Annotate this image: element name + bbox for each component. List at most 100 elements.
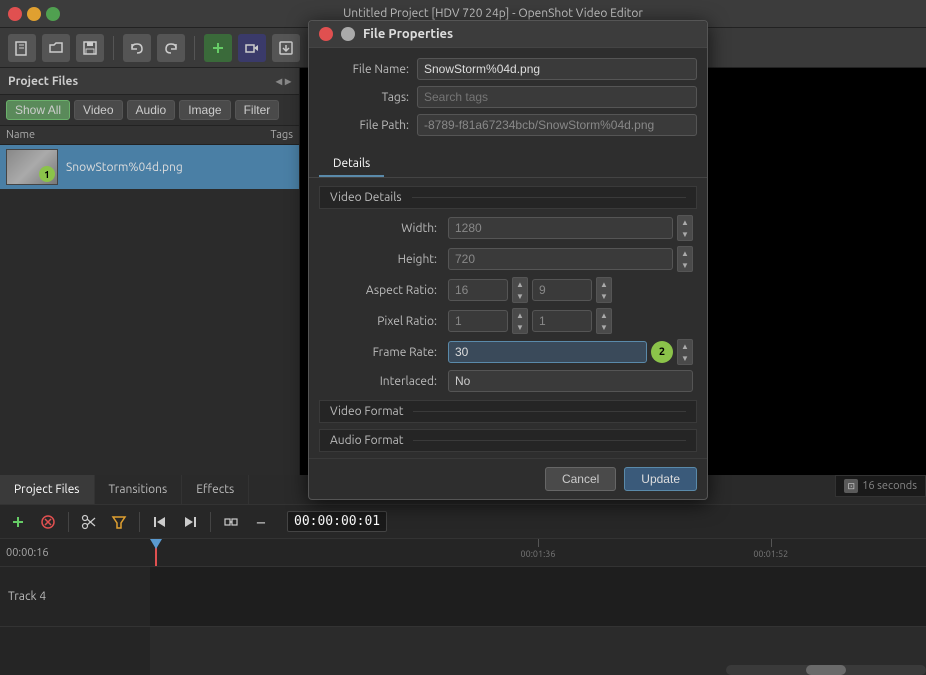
track-4-label: Track 4 bbox=[0, 567, 150, 627]
video-format-label: Video Format bbox=[330, 405, 403, 418]
scissors-icon[interactable] bbox=[77, 510, 101, 534]
image-filter-button[interactable]: Image bbox=[179, 100, 230, 120]
interlaced-select[interactable]: No bbox=[448, 370, 693, 392]
collapse-icon[interactable]: ◂ bbox=[276, 74, 282, 88]
dialog-info-button[interactable] bbox=[341, 27, 355, 41]
frame-rate-spinner[interactable]: ▲ ▼ bbox=[677, 339, 693, 365]
scrollbar-thumb[interactable] bbox=[806, 665, 846, 675]
left-panel: Project Files ◂ ▸ Show All Video Audio I… bbox=[0, 68, 300, 543]
show-all-button[interactable]: Show All bbox=[6, 100, 70, 120]
filename-input[interactable] bbox=[417, 58, 697, 80]
width-down[interactable]: ▼ bbox=[678, 228, 692, 240]
save-button[interactable] bbox=[76, 34, 104, 62]
close-button[interactable] bbox=[8, 7, 22, 21]
height-down[interactable]: ▼ bbox=[678, 259, 692, 271]
filter-bar: Show All Video Audio Image Filter bbox=[0, 95, 299, 126]
new-button[interactable] bbox=[8, 34, 36, 62]
sidebar-header: 00:00:16 bbox=[0, 539, 150, 567]
dialog-body: File Name: Tags: File Path: bbox=[309, 48, 707, 152]
tab-details[interactable]: Details bbox=[319, 152, 384, 177]
interlaced-label: Interlaced: bbox=[323, 370, 443, 392]
toolbar-separator-2 bbox=[194, 36, 195, 60]
height-up[interactable]: ▲ bbox=[678, 247, 692, 259]
pixel-h-down[interactable]: ▼ bbox=[597, 321, 611, 333]
frame-rate-up[interactable]: ▲ bbox=[678, 340, 692, 352]
export-button[interactable] bbox=[272, 34, 300, 62]
tab-transitions[interactable]: Transitions bbox=[95, 475, 183, 504]
add-track-icon[interactable] bbox=[6, 510, 30, 534]
record-button[interactable] bbox=[238, 34, 266, 62]
ruler: 00:01:36 00:01:52 bbox=[150, 539, 926, 567]
file-list-header: Name Tags bbox=[0, 126, 299, 145]
dialog-close-button[interactable] bbox=[319, 27, 333, 41]
pixel-w-down[interactable]: ▼ bbox=[513, 321, 527, 333]
filter-button[interactable]: Filter bbox=[235, 100, 280, 120]
expand-icon[interactable]: ▸ bbox=[285, 74, 291, 88]
combine-icon[interactable] bbox=[219, 510, 243, 534]
dialog-footer: Cancel Update bbox=[309, 458, 707, 499]
app-root: Untitled Project [HDV 720 24p] - OpenSho… bbox=[0, 0, 926, 675]
video-filter-button[interactable]: Video bbox=[74, 100, 122, 120]
aspect-h-spinner[interactable]: ▲ ▼ bbox=[596, 277, 612, 303]
tab-effects[interactable]: Effects bbox=[182, 475, 249, 504]
pixel-ratio-label: Pixel Ratio: bbox=[323, 308, 443, 334]
aspect-w-input[interactable] bbox=[448, 279, 508, 301]
seconds-label: 16 seconds bbox=[862, 480, 917, 492]
ruler-tick-1 bbox=[538, 539, 539, 547]
remove-track-icon[interactable] bbox=[36, 510, 60, 534]
aspect-h-input[interactable] bbox=[532, 279, 592, 301]
project-files-header: Project Files ◂ ▸ bbox=[0, 68, 299, 95]
aspect-h-up[interactable]: ▲ bbox=[597, 278, 611, 290]
open-button[interactable] bbox=[42, 34, 70, 62]
audio-format-header: Audio Format bbox=[319, 429, 697, 452]
file-properties-dialog: File Properties File Name: Tags: File Pa… bbox=[308, 20, 708, 500]
frame-rate-down[interactable]: ▼ bbox=[678, 352, 692, 364]
ruler-label-1: 00:01:36 bbox=[521, 549, 556, 559]
filepath-input[interactable] bbox=[417, 114, 697, 136]
undo-button[interactable] bbox=[123, 34, 151, 62]
redo-button[interactable] bbox=[157, 34, 185, 62]
aspect-w-down[interactable]: ▼ bbox=[513, 290, 527, 302]
jump-end-icon[interactable] bbox=[178, 510, 202, 534]
pixel-w-input[interactable] bbox=[448, 310, 508, 332]
timeline-body: 00:00:16 Track 4 00: bbox=[0, 539, 926, 675]
pixel-w-up[interactable]: ▲ bbox=[513, 309, 527, 321]
maximize-button[interactable] bbox=[46, 7, 60, 21]
add-button[interactable] bbox=[204, 34, 232, 62]
jump-start-icon[interactable] bbox=[148, 510, 172, 534]
height-input[interactable] bbox=[448, 248, 673, 270]
tab-project-files[interactable]: Project Files bbox=[0, 475, 95, 504]
tags-input[interactable] bbox=[417, 86, 697, 108]
aspect-ratio-label: Aspect Ratio: bbox=[323, 277, 443, 303]
width-spinner[interactable]: ▲ ▼ bbox=[677, 215, 693, 241]
name-column-header: Name bbox=[6, 129, 233, 141]
aspect-w-up[interactable]: ▲ bbox=[513, 278, 527, 290]
minus-icon[interactable]: − bbox=[249, 510, 273, 534]
toolbar-separator-1 bbox=[113, 36, 114, 60]
width-value-wrap: ▲ ▼ bbox=[448, 215, 693, 241]
track-4-name: Track 4 bbox=[8, 590, 46, 603]
timecode-display: 00:00:00:01 bbox=[287, 514, 387, 529]
playhead[interactable] bbox=[155, 539, 157, 567]
pixel-w-spinner[interactable]: ▲ ▼ bbox=[512, 308, 528, 334]
pixel-h-up[interactable]: ▲ bbox=[597, 309, 611, 321]
dialog-titlebar: File Properties bbox=[309, 21, 707, 48]
aspect-w-spinner[interactable]: ▲ ▼ bbox=[512, 277, 528, 303]
timeline-scrollbar[interactable] bbox=[726, 665, 926, 675]
height-spinner[interactable]: ▲ ▼ bbox=[677, 246, 693, 272]
aspect-h-down[interactable]: ▼ bbox=[597, 290, 611, 302]
width-input[interactable] bbox=[448, 217, 673, 239]
seconds-display: ⊡ 16 seconds bbox=[835, 475, 926, 497]
cancel-button[interactable]: Cancel bbox=[545, 467, 616, 491]
filter-icon[interactable] bbox=[107, 510, 131, 534]
pixel-h-input[interactable] bbox=[532, 310, 592, 332]
update-button[interactable]: Update bbox=[624, 467, 697, 491]
width-up[interactable]: ▲ bbox=[678, 216, 692, 228]
tags-label: Tags: bbox=[319, 91, 409, 104]
frame-rate-input[interactable] bbox=[448, 341, 647, 363]
pixel-h-spinner[interactable]: ▲ ▼ bbox=[596, 308, 612, 334]
audio-filter-button[interactable]: Audio bbox=[127, 100, 176, 120]
file-item[interactable]: 1 SnowStorm%04d.png bbox=[0, 145, 299, 189]
filename-row: File Name: bbox=[319, 58, 697, 80]
minimize-button[interactable] bbox=[27, 7, 41, 21]
